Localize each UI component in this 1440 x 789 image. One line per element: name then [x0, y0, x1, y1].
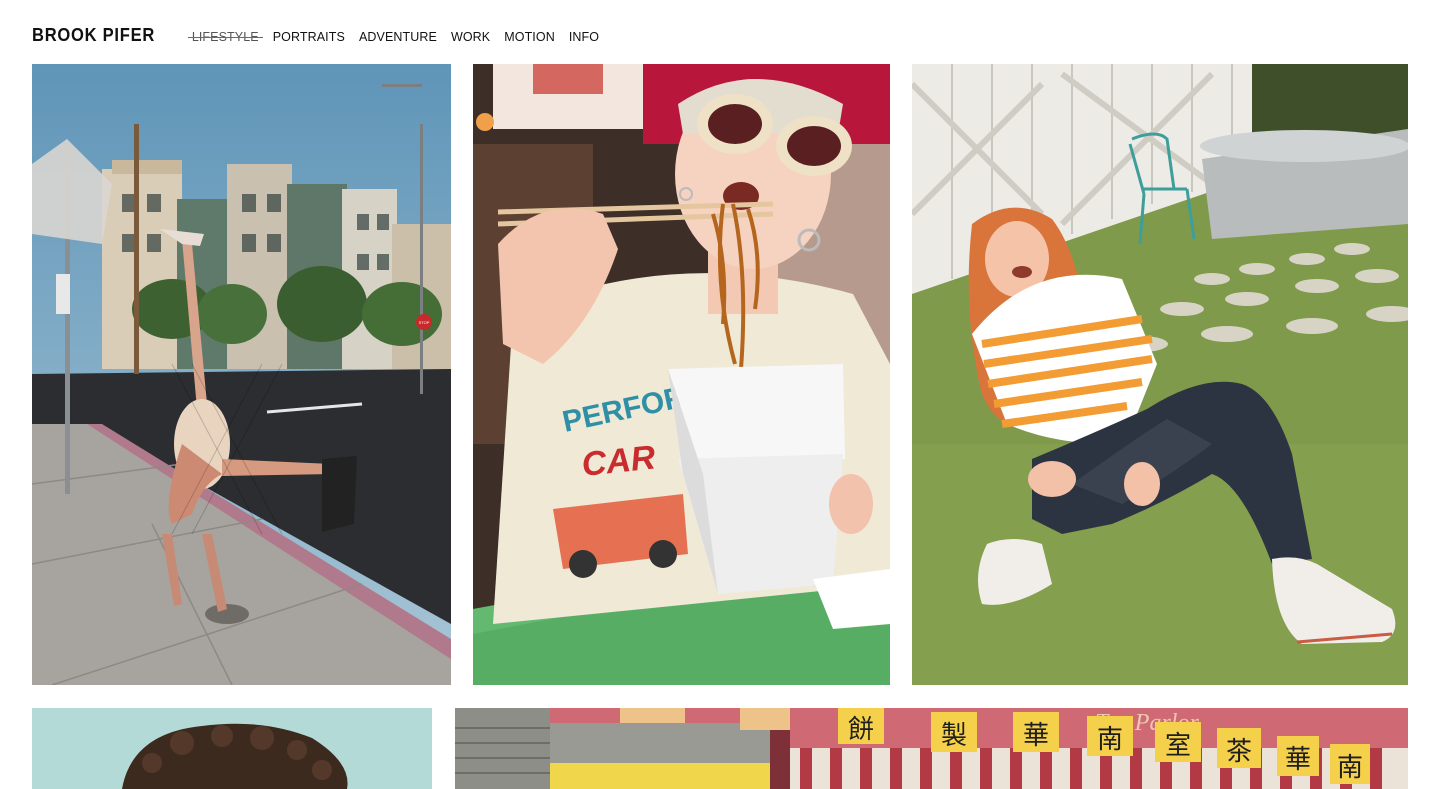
nav-lifestyle[interactable]: LIFESTYLE	[187, 30, 263, 44]
nav-motion[interactable]: MOTION	[504, 30, 555, 44]
curly-portrait-image	[32, 708, 432, 789]
storefront-char-6: 茶	[1226, 737, 1252, 767]
shirt-text-car: CAR	[580, 438, 658, 484]
photo-noodles[interactable]: PERFORM CAR	[473, 64, 890, 685]
storefront-char-5: 室	[1165, 731, 1191, 761]
storefront-char-7: 華	[1285, 745, 1311, 775]
laughing-grass-image	[912, 64, 1408, 685]
storefront-char-3: 華	[1023, 721, 1049, 751]
site-header: BROOK PIFER LIFESTYLE PORTRAITS ADVENTUR…	[32, 20, 599, 50]
nav-portraits[interactable]: PORTRAITS	[273, 30, 345, 44]
photo-laughing-grass[interactable]	[912, 64, 1408, 685]
storefront-char-4: 南	[1097, 725, 1123, 755]
storefront-char-1: 餅	[848, 715, 874, 745]
page-frame: BROOK PIFER LIFESTYLE PORTRAITS ADVENTUR…	[0, 0, 1440, 789]
storefront-char-2: 製	[941, 721, 967, 751]
main-nav: LIFESTYLE PORTRAITS ADVENTURE WORK MOTIO…	[187, 30, 599, 44]
nav-info[interactable]: INFO	[569, 30, 599, 44]
photo-handstand[interactable]: STOP	[32, 64, 451, 685]
noodles-image: PERFORM CAR	[473, 64, 890, 685]
tea-parlor-image: Tea Parlor 餅 製 華 南 室 茶 華 南	[455, 708, 1408, 789]
nav-adventure[interactable]: ADVENTURE	[359, 30, 437, 44]
storefront-char-8: 南	[1337, 753, 1363, 783]
handstand-image: STOP	[32, 64, 451, 685]
site-logo[interactable]: BROOK PIFER	[32, 25, 155, 46]
photo-tea-parlor[interactable]: Tea Parlor 餅 製 華 南 室 茶 華 南	[455, 708, 1408, 789]
nav-work[interactable]: WORK	[451, 30, 490, 44]
stop-sign-text: STOP	[419, 320, 430, 325]
photo-curly-portrait[interactable]	[32, 708, 432, 789]
